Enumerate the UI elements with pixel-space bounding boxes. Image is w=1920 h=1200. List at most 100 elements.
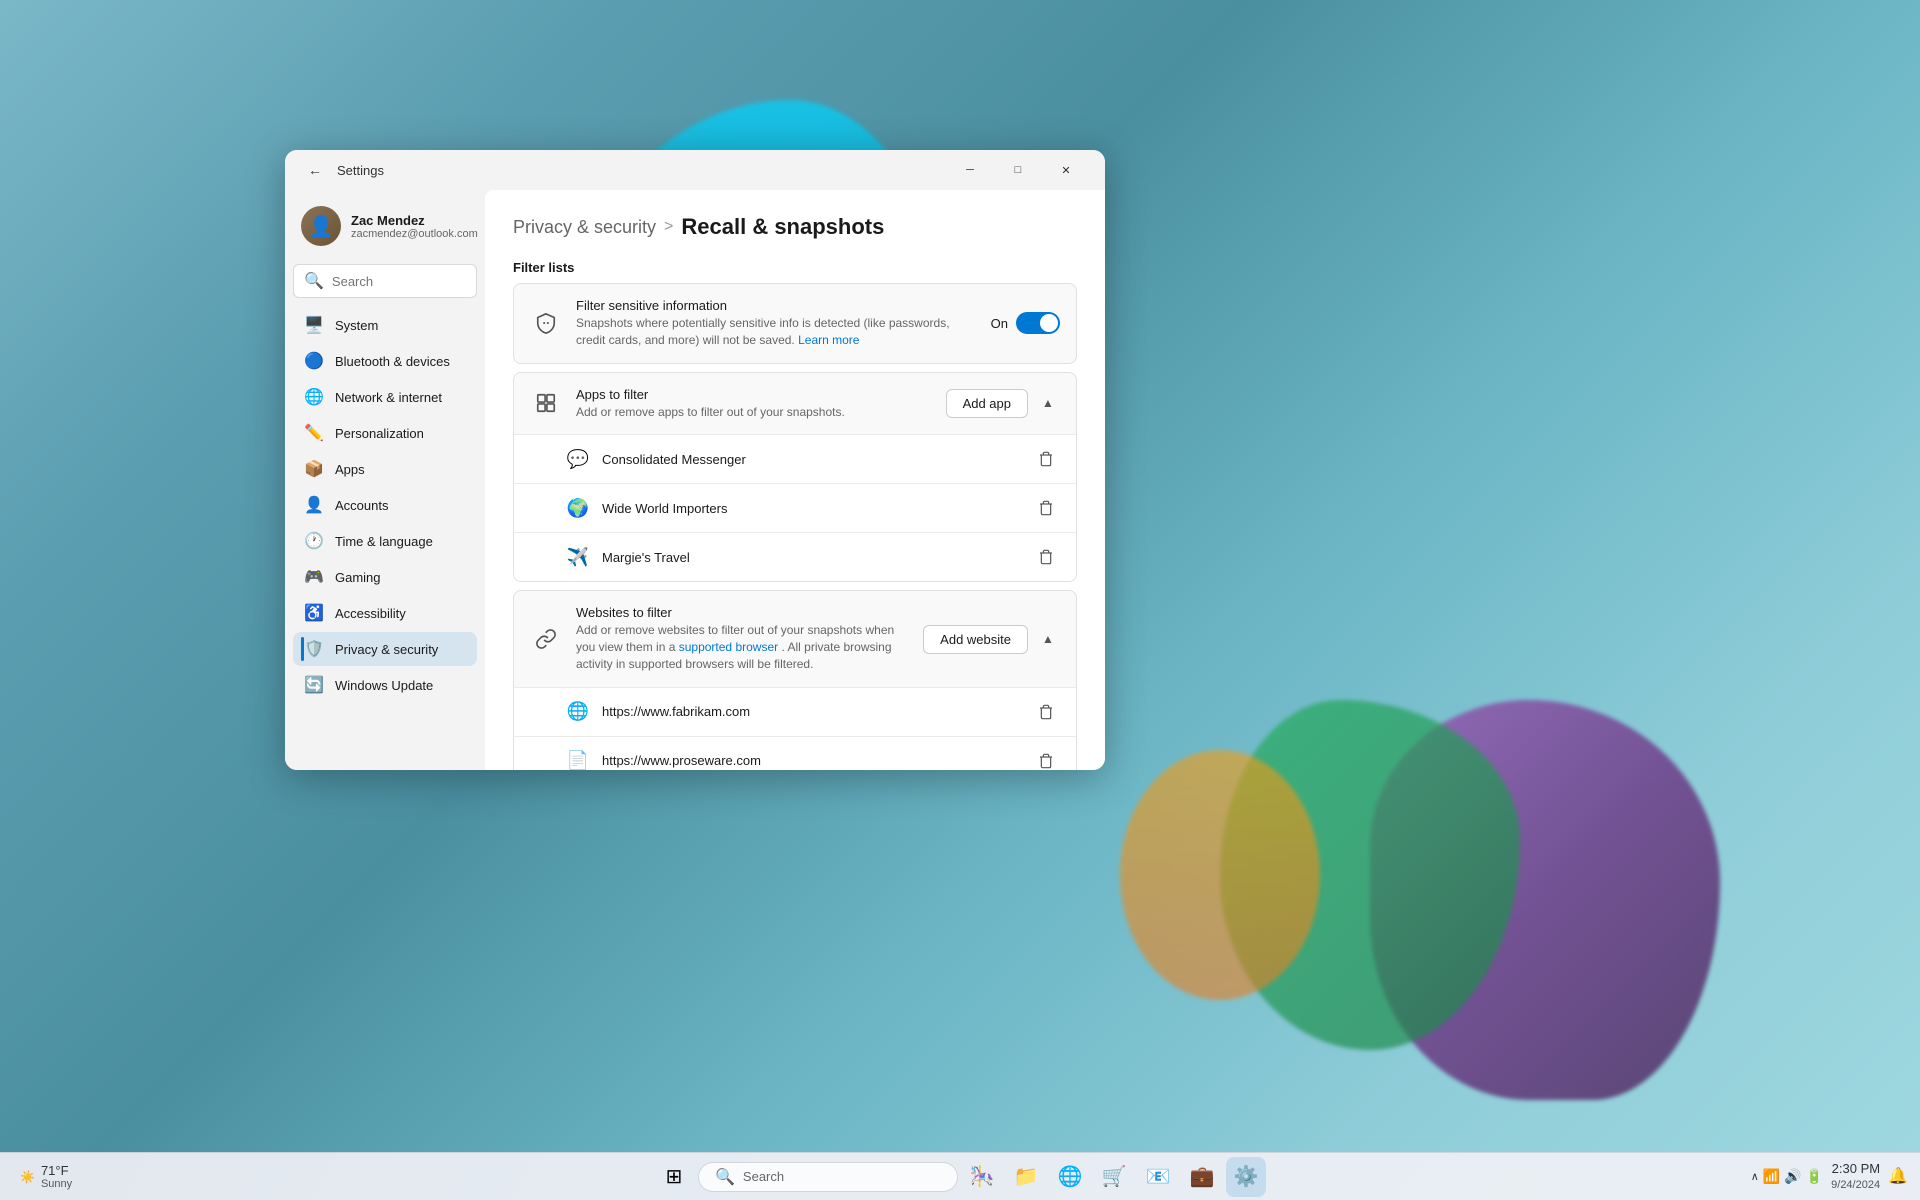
add-website-button[interactable]: Add website — [923, 625, 1028, 654]
bluetooth-icon: 🔵 — [305, 352, 323, 370]
apps-icon: 📦 — [305, 460, 323, 478]
filter-lists-label: Filter lists — [513, 260, 1077, 275]
delete-fabrikam-button[interactable] — [1032, 698, 1060, 726]
privacy-icon: 🛡️ — [305, 640, 323, 658]
sidebar-item-gaming[interactable]: 🎮 Gaming — [293, 560, 477, 594]
filter-sensitive-toggle[interactable] — [1016, 312, 1060, 334]
filter-sensitive-card: Filter sensitive information Snapshots w… — [513, 283, 1077, 364]
sidebar: 👤 Zac Mendez zacmendez@outlook.com 🔍 🖥️ … — [285, 190, 485, 770]
margies-travel-icon: ✈️ — [566, 545, 590, 569]
taskbar-search-bar[interactable]: 🔍 Search — [698, 1162, 958, 1192]
current-time: 2:30 PM — [1831, 1160, 1880, 1178]
apps-to-filter-card: Apps to filter Add or remove apps to fil… — [513, 372, 1077, 583]
websites-to-filter-card: Websites to filter Add or remove website… — [513, 590, 1077, 770]
volume-tray-icon[interactable]: 🔊 — [1784, 1168, 1801, 1185]
website-item-proseware: 📄 https://www.proseware.com — [514, 737, 1076, 770]
system-icon: 🖥️ — [305, 316, 323, 334]
personalization-icon: ✏️ — [305, 424, 323, 442]
gaming-icon: 🎮 — [305, 568, 323, 586]
temperature: 71°F — [41, 1163, 72, 1178]
accessibility-icon: ♿ — [305, 604, 323, 622]
websites-to-filter-title: Websites to filter — [576, 605, 909, 620]
websites-to-filter-header-row: Websites to filter Add or remove website… — [514, 591, 1076, 687]
clock[interactable]: 2:30 PM 9/24/2024 — [1831, 1160, 1880, 1194]
add-app-button[interactable]: Add app — [946, 389, 1028, 418]
apps-to-filter-icon — [530, 387, 562, 419]
app-item-consolidated: 💬 Consolidated Messenger — [514, 435, 1076, 484]
maximize-button[interactable]: □ — [995, 154, 1041, 186]
teams-button[interactable]: 💼 — [1182, 1157, 1222, 1197]
taskbar-search-label: Search — [743, 1169, 784, 1184]
widgets-button[interactable]: 🎠 — [962, 1157, 1002, 1197]
filter-sensitive-learn-more-link[interactable]: Learn more — [798, 333, 859, 347]
taskbar-right: ∧ 📶 🔊 🔋 2:30 PM 9/24/2024 🔔 — [1751, 1160, 1908, 1194]
apps-to-filter-desc: Add or remove apps to filter out of your… — [576, 404, 932, 421]
settings-body: 👤 Zac Mendez zacmendez@outlook.com 🔍 🖥️ … — [285, 190, 1105, 770]
edge-browser-button[interactable]: 🌐 — [1050, 1157, 1090, 1197]
mail-button[interactable]: 📧 — [1138, 1157, 1178, 1197]
sidebar-item-privacy[interactable]: 🛡️ Privacy & security — [293, 632, 477, 666]
taskbar-center: ⊞ 🔍 Search 🎠 📁 🌐 🛒 📧 💼 ⚙️ — [654, 1157, 1266, 1197]
sidebar-item-accessibility[interactable]: ♿ Accessibility — [293, 596, 477, 630]
settings-taskbar-button[interactable]: ⚙️ — [1226, 1157, 1266, 1197]
title-bar: ← Settings ─ □ ✕ — [285, 150, 1105, 190]
websites-to-filter-icon — [530, 623, 562, 655]
sidebar-item-time[interactable]: 🕐 Time & language — [293, 524, 477, 558]
weather-widget[interactable]: ☀️ 71°F Sunny — [12, 1159, 80, 1194]
system-tray: ∧ 📶 🔊 🔋 — [1751, 1168, 1823, 1185]
network-icon: 🌐 — [305, 388, 323, 406]
window-controls: ─ □ ✕ — [947, 154, 1089, 186]
sidebar-item-update[interactable]: 🔄 Windows Update — [293, 668, 477, 702]
notification-icon[interactable]: 🔔 — [1888, 1166, 1908, 1186]
breadcrumb-parent[interactable]: Privacy & security — [513, 217, 656, 238]
consolidated-messenger-icon: 💬 — [566, 447, 590, 471]
apps-to-filter-chevron-up[interactable]: ▲ — [1036, 391, 1060, 415]
app-name-consolidated: Consolidated Messenger — [602, 452, 1020, 467]
page-header: Privacy & security > Recall & snapshots — [513, 214, 1077, 240]
filter-sensitive-desc: Snapshots where potentially sensitive in… — [576, 315, 977, 349]
delete-wide-world-button[interactable] — [1032, 494, 1060, 522]
accounts-icon: 👤 — [305, 496, 323, 514]
window-title: Settings — [337, 163, 939, 178]
website-url-fabrikam: https://www.fabrikam.com — [602, 704, 1020, 719]
file-explorer-button[interactable]: 📁 — [1006, 1157, 1046, 1197]
websites-to-filter-chevron-up[interactable]: ▲ — [1036, 627, 1060, 651]
tray-chevron[interactable]: ∧ — [1751, 1170, 1759, 1183]
main-content: Privacy & security > Recall & snapshots … — [485, 190, 1105, 770]
app-item-margies-travel: ✈️ Margie's Travel — [514, 533, 1076, 581]
filter-sensitive-row: Filter sensitive information Snapshots w… — [514, 284, 1076, 363]
delete-margies-button[interactable] — [1032, 543, 1060, 571]
sidebar-search[interactable]: 🔍 — [293, 264, 477, 298]
wide-world-importers-icon: 🌍 — [566, 496, 590, 520]
delete-proseware-button[interactable] — [1032, 747, 1060, 770]
apps-to-filter-header-row: Apps to filter Add or remove apps to fil… — [514, 373, 1076, 436]
current-date: 9/24/2024 — [1831, 1178, 1880, 1193]
search-input[interactable] — [332, 274, 466, 289]
sidebar-item-network[interactable]: 🌐 Network & internet — [293, 380, 477, 414]
settings-window: ← Settings ─ □ ✕ 👤 Zac Mendez zacmendez@… — [285, 150, 1105, 770]
update-icon: 🔄 — [305, 676, 323, 694]
close-button[interactable]: ✕ — [1043, 154, 1089, 186]
user-name: Zac Mendez — [351, 213, 478, 228]
avatar: 👤 — [301, 206, 341, 246]
supported-browser-link[interactable]: supported browser — [679, 640, 778, 654]
back-button[interactable]: ← — [301, 156, 329, 184]
sidebar-item-personalization[interactable]: ✏️ Personalization — [293, 416, 477, 450]
sidebar-item-bluetooth[interactable]: 🔵 Bluetooth & devices — [293, 344, 477, 378]
search-icon: 🔍 — [304, 271, 324, 291]
user-profile-section[interactable]: 👤 Zac Mendez zacmendez@outlook.com — [293, 198, 477, 258]
network-tray-icon[interactable]: 📶 — [1763, 1168, 1780, 1185]
breadcrumb-separator: > — [664, 218, 673, 236]
microsoft-store-button[interactable]: 🛒 — [1094, 1157, 1134, 1197]
start-button[interactable]: ⊞ — [654, 1157, 694, 1197]
sidebar-item-system[interactable]: 🖥️ System — [293, 308, 477, 342]
weather-condition: Sunny — [41, 1178, 72, 1190]
battery-tray-icon[interactable]: 🔋 — [1806, 1168, 1823, 1185]
sidebar-item-accounts[interactable]: 👤 Accounts — [293, 488, 477, 522]
delete-consolidated-button[interactable] — [1032, 445, 1060, 473]
website-item-fabrikam: 🌐 https://www.fabrikam.com — [514, 688, 1076, 737]
minimize-button[interactable]: ─ — [947, 154, 993, 186]
app-name-wide-world: Wide World Importers — [602, 501, 1020, 516]
proseware-icon: 📄 — [566, 749, 590, 770]
sidebar-item-apps[interactable]: 📦 Apps — [293, 452, 477, 486]
